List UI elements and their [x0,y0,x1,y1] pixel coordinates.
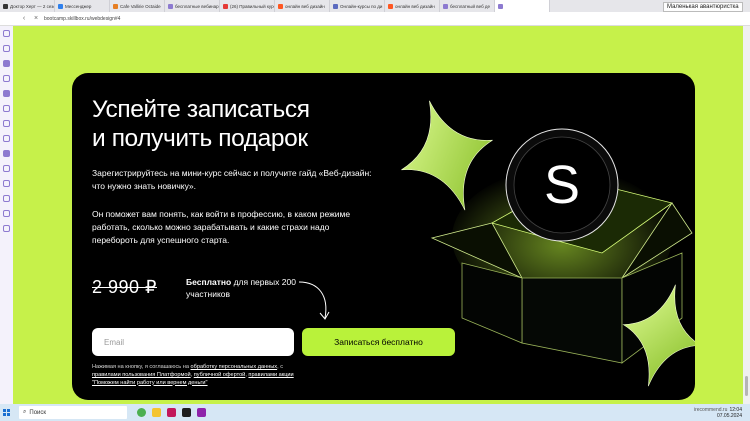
os-taskbar: ⌕ Поиск 12:04 07.05.2024 [0,404,750,421]
legal-text: Нажимая на кнопку, я соглашаюсь на [92,364,191,370]
public-offer-link[interactable]: публичной офертой [194,372,246,378]
sidebar-app-icon[interactable] [3,120,10,127]
tab-favicon-icon [113,3,118,9]
promo-card: Успейте записаться и получить подарок За… [72,73,695,400]
chrome-icon[interactable] [137,408,146,417]
headline-line-2: и получить подарок [92,125,308,152]
browser-tab[interactable]: бесплатный веб де [440,0,495,12]
sidebar-app-icon[interactable] [3,105,10,112]
tab-label: Мессенджер [65,3,92,9]
legal-notice: Нажимая на кнопку, я соглашаюсь на обраб… [92,364,307,387]
promo-description-1: Зарегистрируйтесь на мини-курс сейчас и … [92,168,372,191]
browser-tab[interactable]: Онлайн-курсы по ди [330,0,385,12]
tab-label: бесплатный веб де [450,3,491,9]
sidebar-app-icon[interactable] [3,30,10,37]
page-scrollbar[interactable] [743,26,750,404]
sidebar-app-icon[interactable] [3,210,10,217]
app-icon[interactable] [197,408,206,417]
skillbox-logo: S [544,155,580,215]
clock-date: 07.05.2024 [716,412,742,419]
personal-data-link[interactable]: обработку персональных данных [191,364,278,370]
url-field[interactable]: bootcamp.skillbox.ru/webdesign#4 [44,16,120,22]
tab-favicon-icon [333,3,338,9]
tab-label: Онлайн-курсы по ди [340,3,383,9]
figma-icon[interactable] [182,408,191,417]
browser-tab[interactable]: Доктор Херт — 2 сезо [0,0,55,12]
back-icon[interactable]: ‹ [20,15,28,22]
free-note-bold: Бесплатно [186,277,232,287]
old-price: 2 990 ₽ [92,277,157,297]
tab-label: Доктор Херт — 2 сезо [10,3,55,9]
tab-favicon-icon [223,3,228,9]
app-icon[interactable] [167,408,176,417]
tab-favicon-icon [388,3,393,9]
sidebar-app-icon[interactable] [3,150,10,157]
sidebar-app-icon[interactable] [3,90,10,97]
browser-sidebar [0,26,13,404]
tab-label: Cafe Vallirie Octaide [120,3,161,9]
tab-favicon-icon [498,3,503,9]
sidebar-app-icon[interactable] [3,75,10,82]
tab-favicon-icon [58,3,63,9]
sidebar-app-icon[interactable] [3,195,10,202]
tab-label: онлайн веб дизайн [285,3,325,9]
tab-label: (26) Правильный курс [230,3,275,9]
browser-tab[interactable]: Мессенджер [55,0,110,12]
browser-tab[interactable]: онлайн веб дизайн [275,0,330,12]
tab-favicon-icon [443,3,448,9]
browser-tab[interactable]: онлайн веб дизайн [385,0,440,12]
email-field[interactable] [92,328,294,356]
sidebar-app-icon[interactable] [3,180,10,187]
sidebar-app-icon[interactable] [3,165,10,172]
tab-label: бесплатные вебинар [175,3,219,9]
close-icon[interactable]: × [32,15,40,22]
tab-favicon-icon [278,3,283,9]
tab-favicon-icon [3,3,8,9]
sidebar-app-icon[interactable] [3,45,10,52]
browser-tab[interactable]: Cafe Vallirie Octaide [110,0,165,12]
taskbar-search[interactable]: ⌕ Поиск [19,406,127,419]
headline-line-1: Успейте записаться [92,96,310,123]
search-icon: ⌕ [23,409,27,415]
tab-favicon-icon [168,3,173,9]
watermark: irecommend.ru [694,407,728,413]
explorer-icon[interactable] [152,408,161,417]
promo-description-2: Он поможет вам понять, как войти в профе… [92,209,351,245]
gift-box-illustration: S [401,100,695,387]
browser-tab[interactable] [495,0,550,12]
promo-headline: Успейте записаться и получить подарок [92,95,392,153]
taskbar-search-label: Поиск [29,409,47,416]
legal-text: , с [277,364,284,370]
scrollbar-thumb[interactable] [745,376,748,396]
sidebar-app-icon[interactable] [3,60,10,67]
sidebar-app-icon[interactable] [3,135,10,142]
browser-tab-bar: Доктор Херт — 2 сезо Мессенджер Cafe Valli… [0,0,750,12]
address-bar: ‹ × bootcamp.skillbox.ru/webdesign#4 [0,12,750,26]
curved-arrow-icon [298,281,330,320]
browser-tab[interactable]: бесплатные вебинар [165,0,220,12]
platform-rules-link[interactable]: правилами пользования Платформой [92,372,191,378]
tab-tooltip: Маленькая авантюристка [663,2,743,12]
windows-start-icon[interactable] [0,404,13,421]
sidebar-app-icon[interactable] [3,225,10,232]
tab-label: онлайн веб дизайн [395,3,435,9]
browser-tab[interactable]: (26) Правильный курс [220,0,275,12]
